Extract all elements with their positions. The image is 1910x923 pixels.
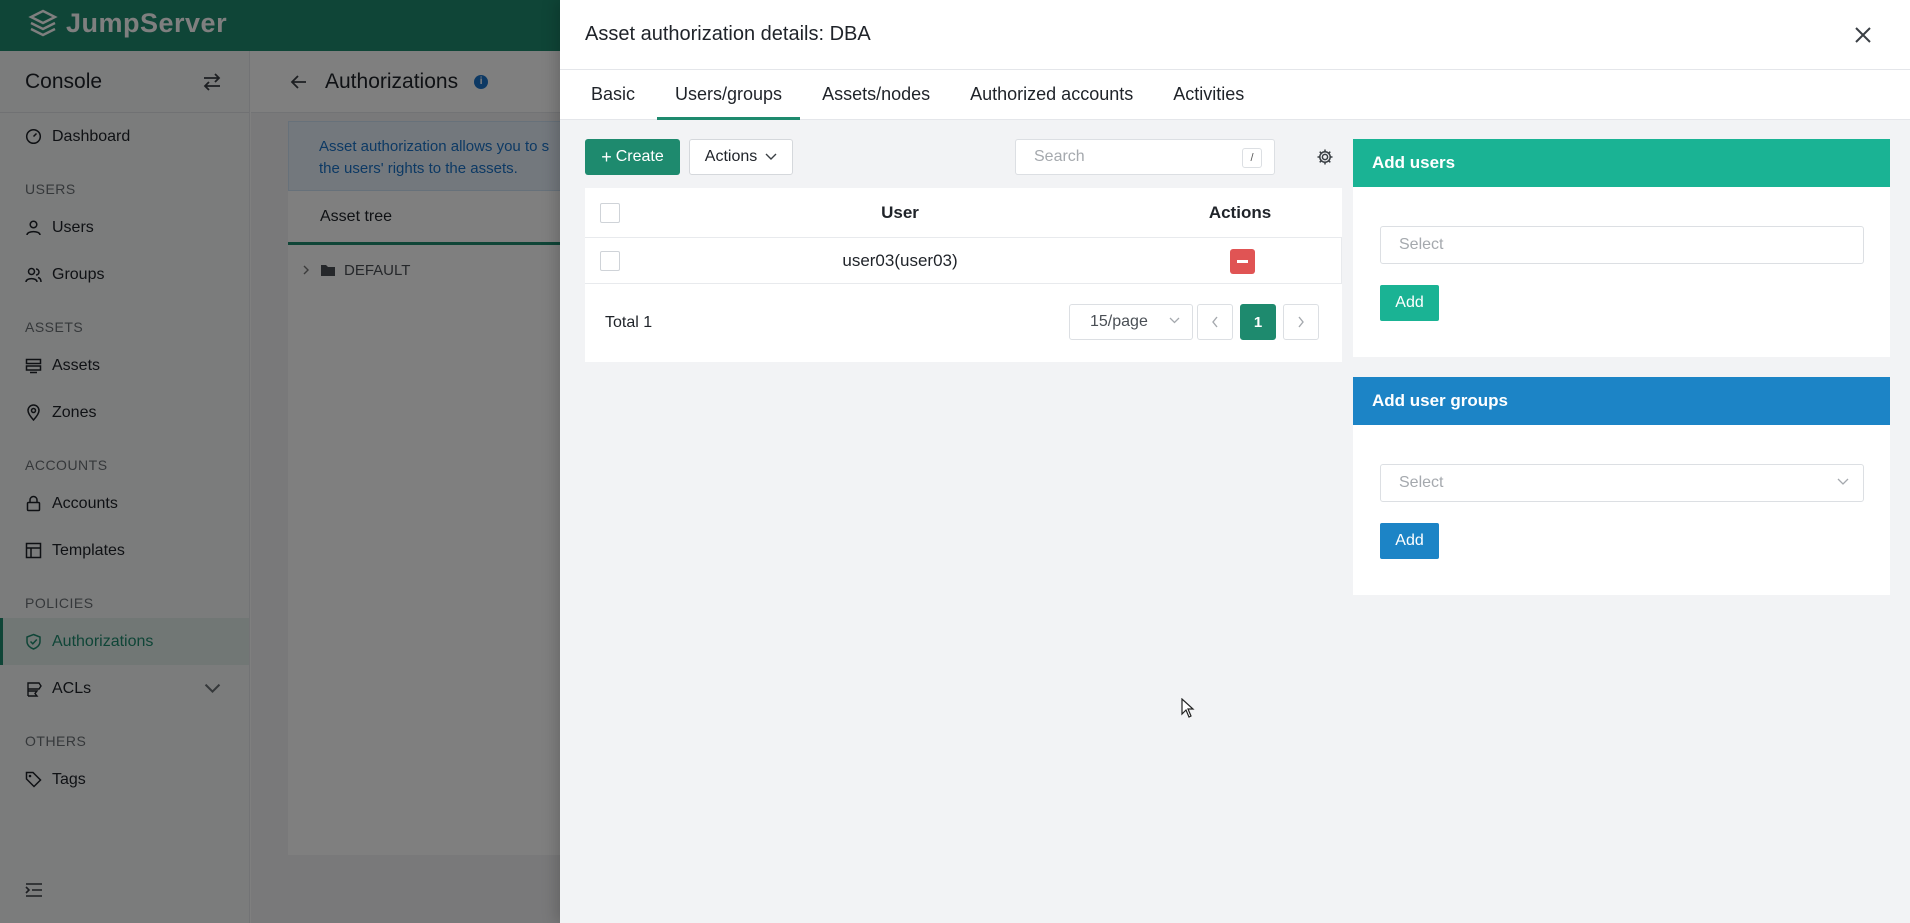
chevron-left-icon: [1212, 316, 1218, 328]
page-number-button[interactable]: 1: [1240, 304, 1276, 340]
add-user-groups-title: Add user groups: [1353, 377, 1890, 425]
tab-authorized-accounts[interactable]: Authorized accounts: [952, 70, 1151, 119]
plus-icon: +: [601, 147, 612, 167]
settings-icon[interactable]: [1315, 147, 1335, 167]
search-input[interactable]: Search /: [1015, 139, 1275, 175]
page-size-select[interactable]: 15/page: [1069, 304, 1193, 340]
chevron-down-icon: [1169, 317, 1180, 324]
pagination: Total 1 15/page 1: [585, 284, 1342, 362]
drawer-tabs: Basic Users/groups Assets/nodes Authorized …: [560, 70, 1910, 120]
chevron-right-icon: [1298, 316, 1304, 328]
add-users-panel: Add users Select Add: [1353, 139, 1890, 357]
column-header-user[interactable]: User: [825, 203, 975, 223]
close-icon: [1855, 27, 1871, 43]
tab-users-groups[interactable]: Users/groups: [657, 70, 801, 120]
add-users-title: Add users: [1353, 139, 1890, 187]
users-table: User Actions user03(user03) Total 1 15/p…: [585, 188, 1342, 362]
drawer-title: Asset authorization details: DBA: [585, 23, 871, 45]
row-user-cell: user03(user03): [842, 250, 958, 270]
tab-assets-nodes[interactable]: Assets/nodes: [804, 70, 948, 119]
add-user-groups-panel: Add user groups Select Add: [1353, 377, 1890, 595]
table-header-row: User Actions: [585, 188, 1342, 238]
row-checkbox[interactable]: [600, 250, 620, 271]
column-header-actions: Actions: [1208, 202, 1272, 222]
remove-user-button[interactable]: [1230, 249, 1255, 274]
total-count: Total 1: [605, 314, 653, 331]
create-label: Create: [615, 148, 664, 165]
users-select[interactable]: Select: [1380, 226, 1864, 264]
select-all-checkbox[interactable]: [600, 202, 620, 223]
table-row: user03(user03): [585, 238, 1342, 284]
user-groups-select-placeholder: Select: [1399, 474, 1444, 491]
search-shortcut-hint: /: [1242, 148, 1262, 168]
prev-page-button[interactable]: [1197, 304, 1233, 340]
chevron-down-icon: [1837, 478, 1849, 485]
minus-icon: [1237, 260, 1248, 263]
mouse-cursor-icon: [1181, 698, 1195, 718]
add-user-groups-button[interactable]: Add: [1380, 523, 1439, 559]
next-page-button[interactable]: [1283, 304, 1319, 340]
tab-activities[interactable]: Activities: [1155, 70, 1262, 119]
user-groups-select[interactable]: Select: [1380, 464, 1864, 502]
users-toolbar: + Create Actions Search /: [585, 139, 1372, 175]
tab-basic[interactable]: Basic: [573, 70, 653, 119]
search-placeholder: Search: [1034, 148, 1085, 165]
chevron-down-icon: [765, 153, 777, 160]
users-select-placeholder: Select: [1399, 236, 1444, 253]
drawer-header: Asset authorization details: DBA: [560, 0, 1910, 70]
create-button[interactable]: + Create: [585, 139, 680, 175]
close-button[interactable]: [1850, 22, 1876, 48]
page-size-value: 15/page: [1090, 313, 1148, 330]
actions-dropdown[interactable]: Actions: [689, 139, 793, 175]
add-users-button[interactable]: Add: [1380, 285, 1439, 321]
actions-label: Actions: [704, 148, 758, 165]
authorization-detail-drawer: Asset authorization details: DBA Basic Us…: [560, 0, 1910, 923]
